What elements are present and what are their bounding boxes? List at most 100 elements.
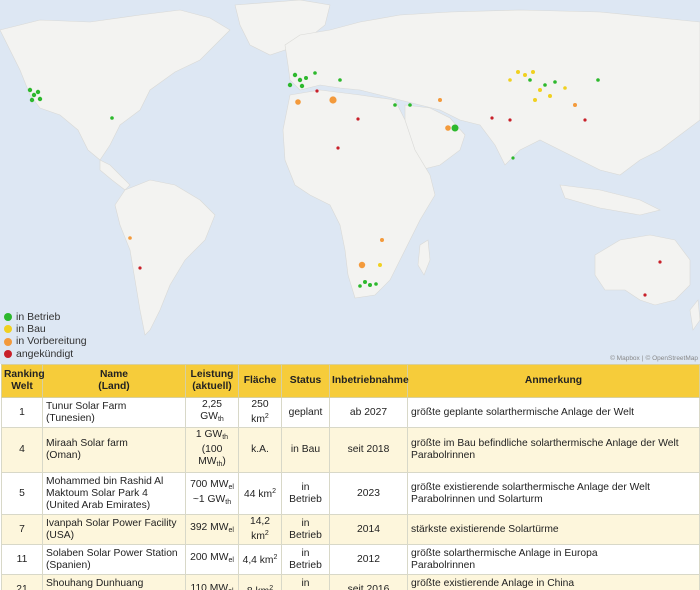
legend-dot-icon	[4, 349, 12, 358]
power-unit: el	[228, 483, 234, 491]
cell-status: in Betrieb	[281, 574, 330, 590]
name-line: (Spanien)	[46, 559, 91, 571]
table-header-row: Ranking Welt Name (Land) Leistung (aktuell)…	[1, 364, 700, 398]
cell-status: in Bau	[281, 427, 330, 473]
world-map[interactable]: in Betrieb in Bau in Vorbereitung angekündi…	[0, 0, 700, 364]
cell-rank: 11	[1, 544, 43, 575]
note-line: größte solarthermische Anlage in Europa	[411, 547, 598, 559]
map-marker	[297, 77, 303, 83]
power-unit: th	[217, 416, 224, 423]
map-marker	[304, 76, 308, 80]
map-marker	[358, 261, 366, 269]
cell-name: Shouhang Dunhuang(China)	[42, 574, 186, 590]
map-marker	[490, 116, 494, 120]
power-unit: th	[222, 434, 229, 441]
cell-rank: 21	[1, 574, 43, 590]
cell-start: 2012	[329, 544, 408, 575]
cell-start: seit 2018	[329, 427, 408, 473]
map-marker	[27, 87, 33, 93]
note-line: Parabolrinnen	[411, 450, 476, 461]
table-row: 5 Mohammed bin Rashid Al Maktoum Solar Par…	[1, 472, 700, 515]
cell-area: k.A.	[238, 427, 282, 473]
note-line: stärkste existierende Solartürme	[411, 523, 559, 535]
cell-note: größte geplante solarthermische Anlage d…	[407, 397, 700, 428]
power-unit: el	[228, 557, 234, 564]
legend-label: in Vorbereitung	[16, 335, 87, 348]
map-marker	[336, 146, 340, 150]
legend-dot-icon	[4, 337, 12, 346]
power-line: 1 GWth	[195, 429, 229, 441]
cell-status: in Betrieb	[281, 472, 330, 515]
map-marker	[128, 236, 132, 240]
cell-status: in Betrieb	[281, 544, 330, 575]
map-marker	[368, 283, 372, 287]
map-attribution: © Mapbox | © OpenStreetMap	[610, 355, 698, 362]
cell-name: Miraah Solar farm (Oman)	[42, 427, 186, 473]
map-marker	[543, 83, 547, 87]
map-legend: in Betrieb in Bau in Vorbereitung angekündi…	[4, 311, 87, 360]
map-marker	[563, 86, 567, 90]
cell-area: 14,2 km2	[238, 514, 282, 545]
table-row: 1 Tunur Solar Farm (Tunesien) 2,25 GWth 250 …	[1, 397, 700, 428]
area-superscript: 2	[264, 530, 269, 537]
map-marker	[138, 266, 142, 270]
header-status: Status	[281, 364, 330, 398]
map-marker	[329, 96, 337, 104]
attribution-mapbox[interactable]: © Mapbox	[610, 355, 640, 362]
solar-plants-table: Ranking Welt Name (Land) Leistung (aktuell)…	[1, 364, 700, 590]
power-line: (100 MWth)	[198, 444, 226, 468]
map-marker	[658, 260, 662, 264]
area-superscript: 2	[264, 413, 269, 420]
map-marker	[35, 89, 41, 95]
cell-note: stärkste existierende Solartürme	[407, 514, 700, 545]
map-marker	[374, 282, 378, 286]
table-row: 4 Miraah Solar farm (Oman) 1 GWth (100 MWth)…	[1, 427, 700, 473]
cell-start: 2014	[329, 514, 408, 545]
solar-table-container: Ranking Welt Name (Land) Leistung (aktuell)…	[0, 364, 700, 590]
cell-power: 700 MWel ~1 GWth	[185, 472, 239, 515]
attribution-osm[interactable]: © OpenStreetMap	[646, 355, 698, 362]
map-marker	[287, 82, 293, 88]
map-marker	[531, 70, 535, 74]
cell-name: Tunur Solar Farm (Tunesien)	[42, 397, 186, 428]
legend-item: in Bau	[4, 323, 87, 335]
header-power: Leistung (aktuell)	[185, 364, 239, 398]
map-marker	[643, 293, 647, 297]
power-line: ~1 GWth	[192, 493, 232, 506]
map-marker	[378, 263, 382, 267]
area-superscript: 2	[273, 554, 278, 561]
cell-area: 4,4 km2	[238, 544, 282, 575]
cell-note: größte solarthermische Anlage in Europa P…	[407, 544, 700, 575]
map-marker	[508, 78, 512, 82]
cell-power: 392 MWel	[185, 514, 239, 545]
map-marker	[292, 72, 298, 78]
name-line: (United Arab Emirates)	[46, 499, 151, 511]
map-marker	[408, 103, 412, 107]
cell-start: ab 2027	[329, 397, 408, 428]
map-marker	[31, 92, 37, 98]
table-row: 11 Solaben Solar Power Station (Spanien) 20…	[1, 544, 700, 575]
note-line: größte existierende Anlage in China	[411, 578, 575, 589]
power-unit: th	[216, 461, 223, 468]
cell-area: 44 km2	[238, 472, 282, 515]
power-line: 200 MWel	[190, 552, 234, 564]
power-line: 700 MWel	[190, 478, 234, 491]
map-marker	[596, 78, 600, 82]
area-superscript: 2	[269, 584, 274, 590]
map-marker	[393, 103, 397, 107]
cell-area: 8 km2	[238, 574, 282, 590]
map-marker	[516, 70, 520, 74]
name-line: Solaben Solar Power Station	[46, 547, 178, 559]
legend-item: angekündigt	[4, 348, 87, 360]
cell-start: 2023	[329, 472, 408, 515]
name-line: (Tunesien)	[46, 412, 95, 424]
map-marker	[313, 71, 317, 75]
name-line: Miraah Solar farm	[46, 438, 128, 449]
legend-label: angekündigt	[16, 347, 74, 360]
map-marker	[548, 94, 552, 98]
cell-rank: 5	[1, 472, 43, 515]
map-marker	[299, 83, 305, 89]
map-marker	[445, 125, 451, 131]
cell-note: größte im Bau befindliche solarthermisch…	[407, 427, 700, 473]
map-marker	[523, 73, 527, 77]
